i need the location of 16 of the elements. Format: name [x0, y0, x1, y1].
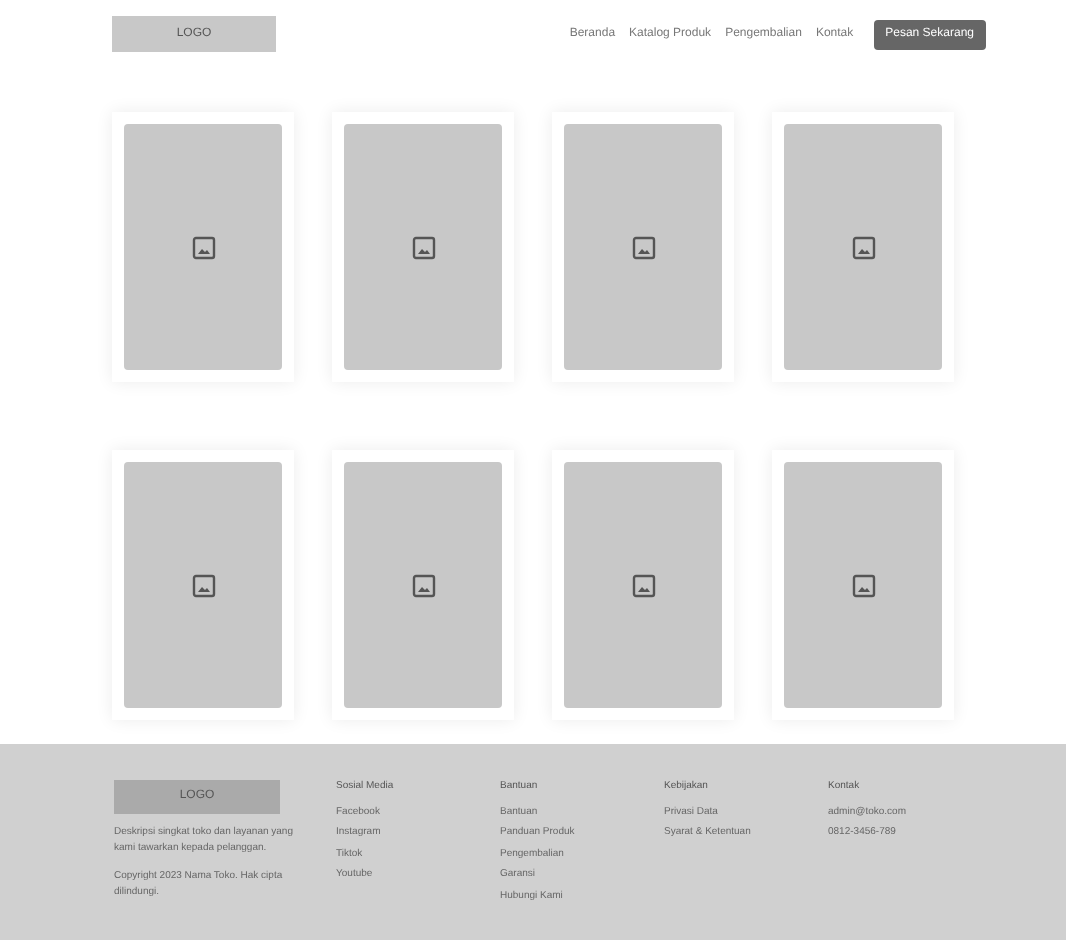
image-icon [411, 235, 435, 259]
product-card[interactable] [552, 112, 734, 382]
product-card[interactable] [332, 450, 514, 720]
image-icon [411, 573, 435, 597]
product-card[interactable] [332, 112, 514, 382]
product-card[interactable] [112, 450, 294, 720]
image-icon [631, 235, 655, 259]
product-card[interactable] [772, 112, 954, 382]
image-icon [191, 573, 215, 597]
image-icon [191, 235, 215, 259]
product-card[interactable] [772, 450, 954, 720]
product-card[interactable] [112, 112, 294, 382]
product-card[interactable] [552, 450, 734, 720]
image-icon [631, 573, 655, 597]
image-icon [851, 235, 875, 259]
image-icon [851, 573, 875, 597]
